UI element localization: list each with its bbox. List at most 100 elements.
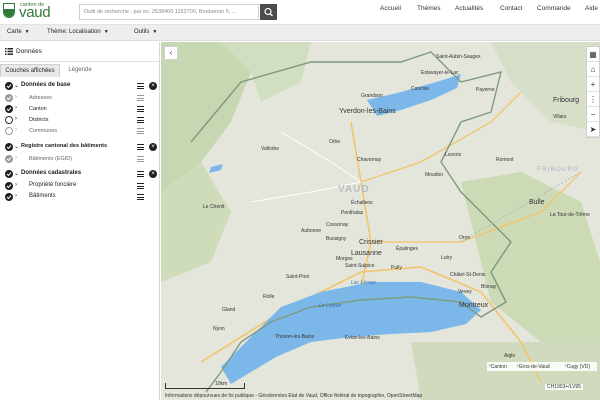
chevron-down-icon: ▼ <box>152 29 158 35</box>
map-label-morges: Morges <box>336 256 353 262</box>
outils-menu[interactable]: Outils ▼ <box>134 29 157 35</box>
zoom-in-button[interactable]: + <box>587 77 599 92</box>
layer-group-donnees-cadastrales[interactable]: ⌄ Données cadastrales × <box>0 169 160 180</box>
top-header: canton de vaud Accueil Thèmes Actualités… <box>0 0 600 25</box>
link-cugy-label: Cugy (VD) <box>566 364 591 370</box>
main-nav: Accueil Thèmes Actualités Contact Comman… <box>380 5 600 15</box>
map-label-bussigny: Bussigny <box>326 236 347 242</box>
chevron-right-icon[interactable]: › <box>15 127 17 133</box>
chevron-right-icon[interactable]: › <box>15 182 17 188</box>
menu-icon[interactable] <box>137 117 144 123</box>
menu-icon[interactable] <box>137 171 144 177</box>
layer-label: Données de base <box>21 82 71 88</box>
layer-label: Bâtiments <box>29 193 56 199</box>
search-input[interactable] <box>79 4 259 20</box>
map-label-concise: Concise <box>411 86 430 92</box>
menu-icon[interactable] <box>137 194 144 200</box>
menu-icon[interactable] <box>137 128 144 134</box>
map-label-vallorbe: Vallorbe <box>261 146 279 152</box>
layer-checkbox[interactable] <box>5 94 13 102</box>
map-label-lausanne: Lausanne <box>351 250 382 257</box>
layer-checkbox[interactable] <box>5 193 13 201</box>
logo-vaud-text: vaud <box>19 4 51 21</box>
home-icon[interactable]: ⌂ <box>587 62 599 77</box>
layer-communes[interactable]: › Communes <box>0 126 160 137</box>
chevron-down-icon[interactable]: ⌄ <box>14 170 19 177</box>
map-label-yverdon: Yverdon-les-Bains <box>339 108 396 115</box>
scale-bar <box>165 383 245 389</box>
menu-icon[interactable] <box>137 156 144 162</box>
search-button[interactable] <box>260 4 277 20</box>
theme-menu-label: Thème: Localisation <box>47 29 101 35</box>
menu-icon[interactable] <box>137 83 144 89</box>
chevron-right-icon[interactable]: › <box>15 116 17 122</box>
layer-checkbox[interactable] <box>5 182 13 190</box>
layer-checkbox[interactable] <box>5 143 13 151</box>
map-label-lucens: Lucens <box>445 152 462 158</box>
close-icon[interactable]: × <box>149 82 157 90</box>
map-label-pully: Pully <box>391 265 402 271</box>
chevron-down-icon[interactable]: ⌄ <box>14 82 19 89</box>
map-label-oron: Oron <box>459 235 471 241</box>
more-icon[interactable]: ⋮ <box>587 92 599 107</box>
map-label-bulle: Bulle <box>529 199 545 206</box>
chevron-right-icon[interactable]: › <box>15 94 17 100</box>
map-label-le-chenit: Le Chenit <box>203 204 225 210</box>
nav-commande[interactable]: Commande <box>537 5 571 12</box>
map-label-st-aubin: Saint-Aubin-Sauges <box>436 54 481 60</box>
chevron-right-icon[interactable]: › <box>15 105 17 111</box>
link-canton[interactable]: › Canton <box>489 363 507 370</box>
menu-icon[interactable] <box>137 144 144 150</box>
nav-aide[interactable]: Aide <box>585 5 598 12</box>
close-icon[interactable]: × <box>149 170 157 178</box>
basemap-icon[interactable]: ▦ <box>587 47 599 62</box>
layer-batiments[interactable]: › Bâtiments <box>0 192 160 203</box>
chevron-right-icon[interactable]: › <box>15 193 17 199</box>
tab-couches-affichees[interactable]: Couches affichées <box>0 64 60 77</box>
map-label-evian: Évian-les-Bains <box>345 335 380 341</box>
layer-canton[interactable]: › Canton <box>0 104 160 115</box>
menu-icon[interactable] <box>137 95 144 101</box>
search-icon <box>264 7 273 17</box>
layer-checkbox[interactable] <box>5 155 13 163</box>
map-label-penthalaz: Penthalaz <box>341 210 364 216</box>
map-toolbar: Carte ▼ Thème: Localisation ▼ Outils ▼ <box>0 25 600 41</box>
projection-label[interactable]: CH1903+/LV95 <box>545 384 583 390</box>
map-view[interactable]: VAUD FRIBOURG Yverdon-les-Bains Lausanne… <box>161 42 600 400</box>
layer-batiments-egid[interactable]: › Bâtiments (EGID) <box>0 154 160 165</box>
map-label-nyon: Nyon <box>213 326 225 332</box>
nav-contact[interactable]: Contact <box>500 5 522 12</box>
menu-icon[interactable] <box>137 106 144 112</box>
nav-actualites[interactable]: Actualités <box>455 5 483 12</box>
layer-label: Propriété foncière <box>29 182 77 188</box>
layer-checkbox[interactable] <box>5 170 13 178</box>
layers-sidebar: Données Couches affichées Légende ⌄ Donn… <box>0 42 160 400</box>
nav-themes[interactable]: Thèmes <box>417 5 440 12</box>
zoom-out-button[interactable]: − <box>587 107 599 122</box>
chevron-down-icon[interactable]: ⌄ <box>14 143 19 150</box>
chevron-down-icon: ▼ <box>24 29 30 35</box>
layer-group-registre-batiments[interactable]: ⌄ Registre cantonal des bâtiments × <box>0 142 160 153</box>
layer-checkbox[interactable] <box>5 82 13 90</box>
tab-legende[interactable]: Légende <box>60 64 100 77</box>
layer-checkbox[interactable] <box>5 127 13 135</box>
menu-icon[interactable] <box>137 183 144 189</box>
layer-group-donnees-de-base[interactable]: ⌄ Données de base × <box>0 81 160 92</box>
attribution-text: Informations dépourvues de foi publique … <box>165 393 423 399</box>
layer-propriete-fonciere[interactable]: › Propriété foncière <box>0 181 160 192</box>
link-canton-label: Canton <box>490 364 507 370</box>
layer-checkbox[interactable] <box>5 116 13 124</box>
nav-accueil[interactable]: Accueil <box>380 5 401 12</box>
layer-adresses[interactable]: › Adresses <box>0 93 160 104</box>
layer-checkbox[interactable] <box>5 105 13 113</box>
locate-icon[interactable]: ➤ <box>587 122 599 137</box>
theme-menu[interactable]: Thème: Localisation ▼ <box>47 29 109 35</box>
close-icon[interactable]: × <box>149 143 157 151</box>
link-cugy[interactable]: › Cugy (VD) <box>565 363 590 370</box>
layer-districts[interactable]: › Districts <box>0 115 160 126</box>
carte-menu[interactable]: Carte ▼ <box>7 29 30 35</box>
collapse-sidebar-button[interactable]: ‹ <box>164 46 178 60</box>
chevron-right-icon[interactable]: › <box>15 155 17 161</box>
link-gros-de-vaud[interactable]: › Gros-de-Vaud <box>517 363 550 370</box>
canton-vaud-logo[interactable]: canton de vaud <box>3 1 59 23</box>
